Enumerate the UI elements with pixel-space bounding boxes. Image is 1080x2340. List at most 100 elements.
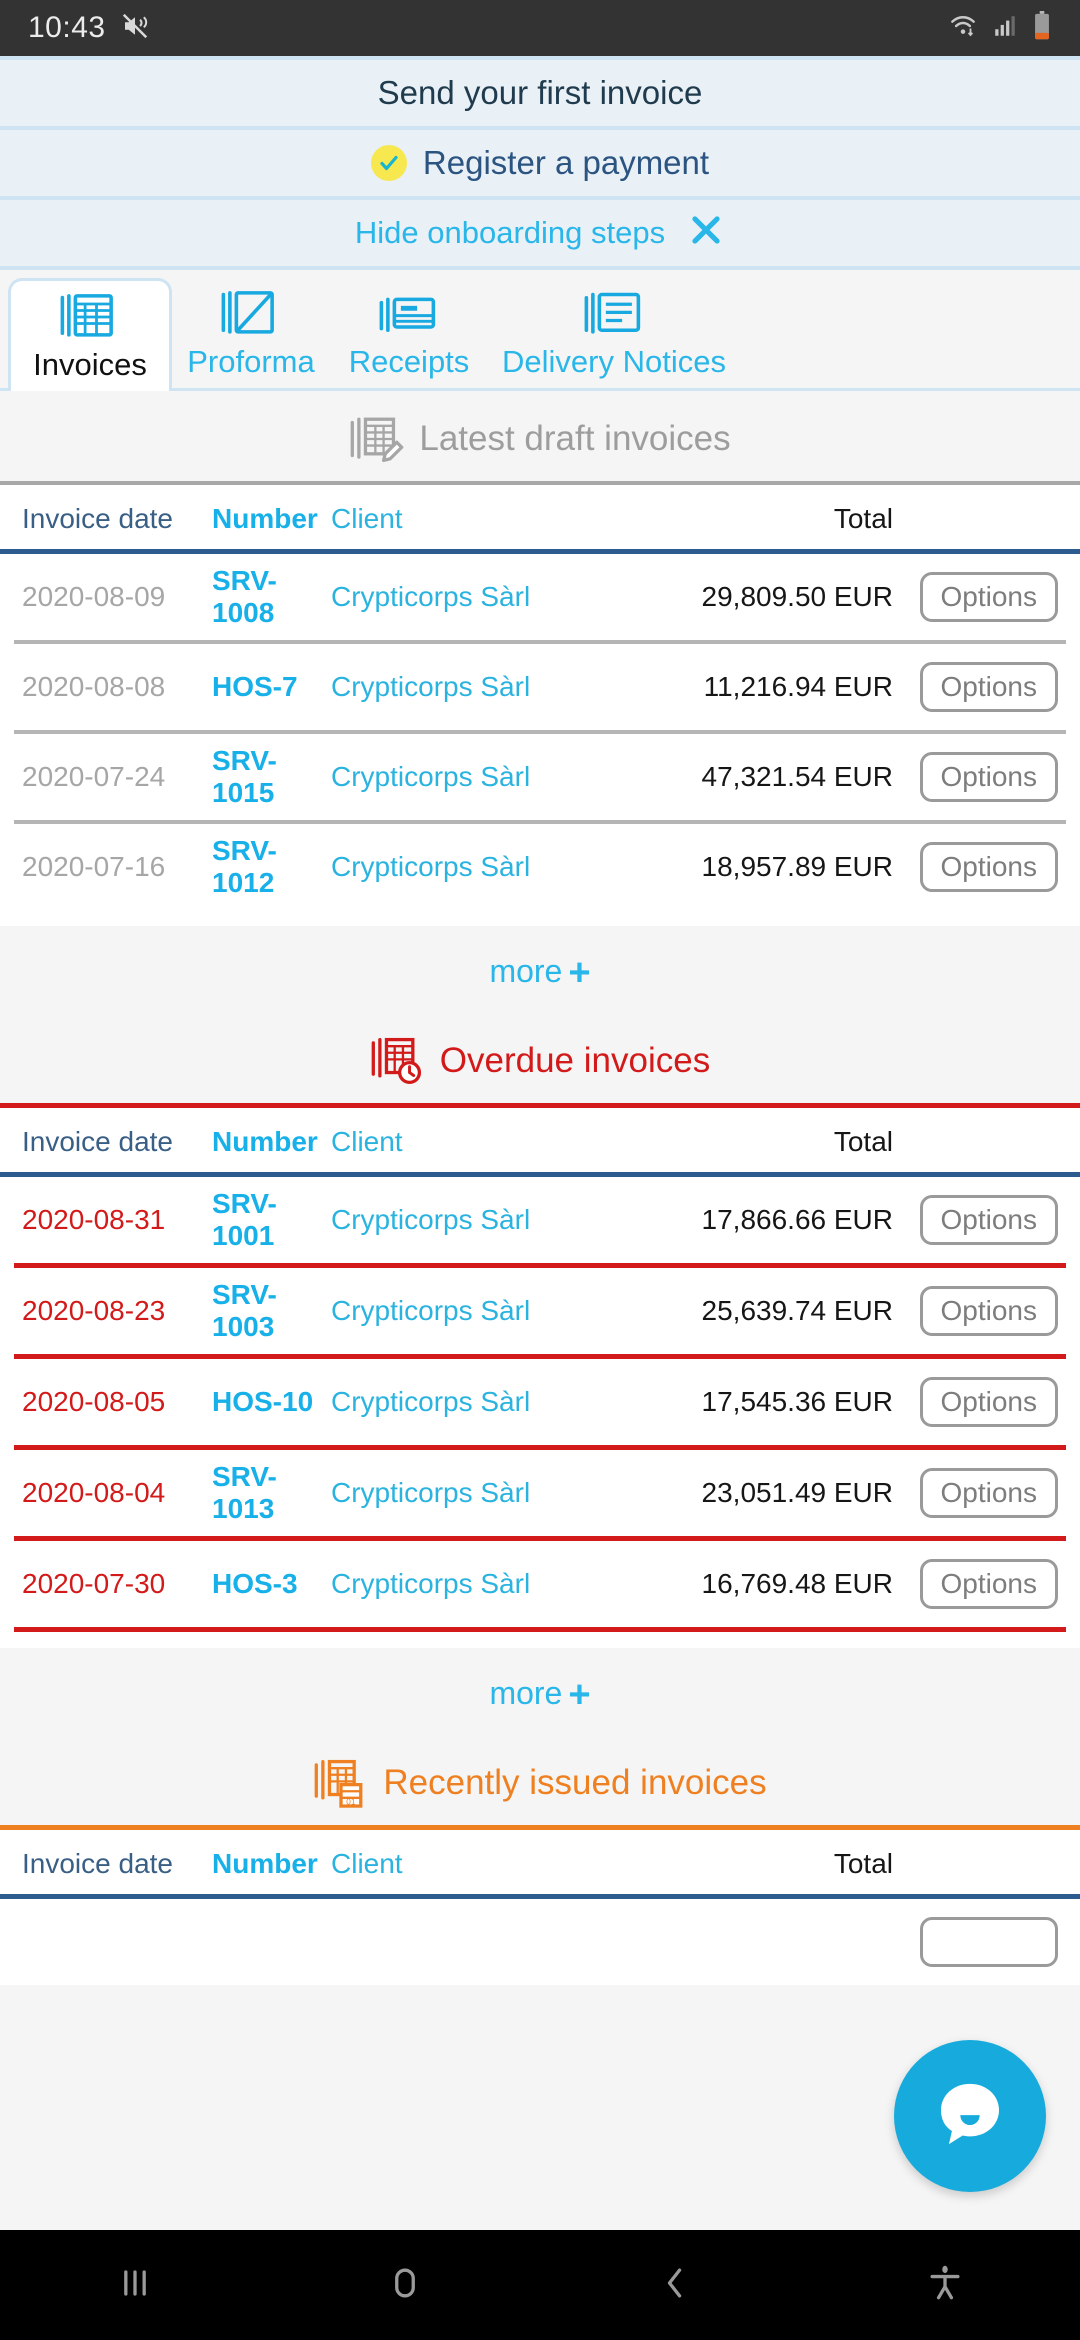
status-bar: 10:43 <box>0 0 1080 56</box>
more-label: more <box>489 953 563 989</box>
invoices-icon <box>57 291 123 343</box>
table-row[interactable]: 2020-07-16 SRV-1012 Crypticorps Sàrl 18,… <box>0 824 1080 910</box>
cell-client-link[interactable]: Crypticorps Sàrl <box>317 1568 663 1600</box>
hide-onboarding-label: Hide onboarding steps <box>354 215 666 250</box>
table-row[interactable]: 2020-08-23 SRV-1003 Crypticorps Sàrl 25,… <box>0 1268 1080 1354</box>
table-header-row: Invoice date Number Client Total <box>0 1108 1080 1172</box>
tab-label: Proforma <box>187 344 315 379</box>
options-button[interactable]: Options <box>919 1377 1058 1427</box>
plus-icon: + <box>568 1674 591 1716</box>
table-row[interactable]: 2020-08-09 SRV-1008 Crypticorps Sàrl 29,… <box>0 554 1080 640</box>
options-button[interactable]: Options <box>919 1559 1058 1609</box>
onboarding-banner: Send your first invoice Register a payme… <box>0 56 1080 270</box>
section-title: Overdue invoices <box>439 1041 711 1080</box>
chat-bubble-icon <box>927 2071 1013 2162</box>
cell-total: 17,545.36 EUR <box>701 1386 893 1417</box>
receipts-icon <box>376 288 442 340</box>
cell-total: 23,051.49 EUR <box>701 1477 893 1508</box>
table-header-row: Invoice date Number Client Total <box>0 485 1080 549</box>
cell-invoice-number-link[interactable]: HOS-3 <box>212 1568 317 1600</box>
cell-client-link[interactable]: Crypticorps Sàrl <box>317 1386 663 1418</box>
draft-invoices-icon <box>349 413 405 465</box>
table-header-row: Invoice date Number Client Total <box>0 1830 1080 1894</box>
cell-date: 2020-07-30 <box>22 1568 166 1599</box>
cell-client-link[interactable]: Crypticorps Sàrl <box>317 671 663 703</box>
cell-invoice-number-link[interactable]: SRV-1001 <box>212 1188 317 1252</box>
back-icon <box>653 2261 697 2310</box>
table-row[interactable]: 2020-08-04 SRV-1013 Crypticorps Sàrl 23,… <box>0 1450 1080 1536</box>
mute-icon <box>120 11 150 46</box>
options-button[interactable]: Options <box>919 1468 1058 1518</box>
options-button[interactable]: Options <box>919 1195 1058 1245</box>
cell-invoice-number-link[interactable]: SRV-1013 <box>212 1461 317 1525</box>
cell-client-link[interactable]: Crypticorps Sàrl <box>317 581 663 613</box>
options-button[interactable]: Options <box>919 572 1058 622</box>
column-header-date: Invoice date <box>22 1126 173 1157</box>
close-icon[interactable] <box>687 211 725 256</box>
cell-client-link[interactable]: Crypticorps Sàrl <box>317 1204 663 1236</box>
cell-options: Options <box>893 842 1058 892</box>
status-bar-right <box>948 10 1052 46</box>
cellular-signal-icon <box>992 13 1018 44</box>
table-row[interactable]: 2020-08-05 HOS-10 Crypticorps Sàrl 17,54… <box>0 1359 1080 1445</box>
column-header-number: Number <box>212 1126 318 1157</box>
options-button[interactable]: Options <box>919 842 1058 892</box>
table-bottom-pad <box>0 1632 1080 1648</box>
hide-onboarding-button[interactable]: Hide onboarding steps <box>0 200 1080 270</box>
cell-invoice-number-link[interactable]: SRV-1008 <box>212 565 317 629</box>
home-button[interactable] <box>330 2230 480 2340</box>
table-recent-invoices: Invoice date Number Client Total Options <box>0 1830 1080 1985</box>
home-icon <box>383 2261 427 2310</box>
cell-invoice-number-link[interactable]: SRV-1012 <box>212 835 317 899</box>
tab-label: Receipts <box>348 344 470 379</box>
back-button[interactable] <box>600 2230 750 2340</box>
chat-fab-button[interactable] <box>894 2040 1046 2192</box>
onboarding-step-register-payment[interactable]: Register a payment <box>0 130 1080 200</box>
more-overdue-invoices-button[interactable]: more + <box>0 1648 1080 1735</box>
column-header-number: Number <box>212 1848 318 1879</box>
options-button[interactable]: Options <box>919 752 1058 802</box>
recents-icon <box>113 2261 157 2310</box>
options-button[interactable]: Options <box>919 1917 1058 1967</box>
table-row[interactable]: 2020-07-24 SRV-1015 Crypticorps Sàrl 47,… <box>0 734 1080 820</box>
cell-invoice-number-link[interactable]: HOS-10 <box>212 1386 317 1418</box>
cell-date: 2020-08-31 <box>22 1204 166 1235</box>
cell-client-link[interactable]: Crypticorps Sàrl <box>317 1295 663 1327</box>
table-row[interactable]: Options <box>0 1899 1080 1985</box>
cell-date: 2020-08-05 <box>22 1386 166 1417</box>
column-header-client: Client <box>331 1126 403 1157</box>
recent-invoices-icon: 01 <box>313 1757 369 1809</box>
cell-options: Options <box>893 1917 1058 1967</box>
cell-invoice-number-link[interactable]: SRV-1015 <box>212 745 317 809</box>
cell-total: 18,957.89 EUR <box>701 851 893 882</box>
options-button[interactable]: Options <box>919 662 1058 712</box>
column-header-date: Invoice date <box>22 503 173 534</box>
cell-client-link[interactable]: Crypticorps Sàrl <box>317 851 663 883</box>
status-bar-left: 10:43 <box>28 11 150 46</box>
table-row[interactable]: 2020-08-08 HOS-7 Crypticorps Sàrl 11,216… <box>0 644 1080 730</box>
section-title: Latest draft invoices <box>419 419 731 458</box>
cell-options: Options <box>893 752 1058 802</box>
cell-invoice-number-link[interactable]: HOS-7 <box>212 671 317 703</box>
cell-client-link[interactable]: Crypticorps Sàrl <box>317 1477 663 1509</box>
table-row[interactable]: 2020-07-30 HOS-3 Crypticorps Sàrl 16,769… <box>0 1541 1080 1627</box>
cell-client-link[interactable]: Crypticorps Sàrl <box>317 761 663 793</box>
tab-proforma[interactable]: Proforma <box>172 278 330 388</box>
tab-receipts[interactable]: Receipts <box>330 278 488 388</box>
cell-total: 47,321.54 EUR <box>701 761 893 792</box>
check-circle-icon <box>370 145 407 181</box>
cell-date: 2020-08-23 <box>22 1295 166 1326</box>
section-header-overdue-invoices: Overdue invoices <box>0 1013 1080 1103</box>
more-label: more <box>489 1675 563 1711</box>
accessibility-button[interactable] <box>870 2230 1020 2340</box>
recents-button[interactable] <box>60 2230 210 2340</box>
tab-invoices[interactable]: Invoices <box>8 278 172 391</box>
options-button[interactable]: Options <box>919 1286 1058 1336</box>
cell-invoice-number-link[interactable]: SRV-1003 <box>212 1279 317 1343</box>
onboarding-step-send-invoice[interactable]: Send your first invoice <box>0 56 1080 130</box>
table-row[interactable]: 2020-08-31 SRV-1001 Crypticorps Sàrl 17,… <box>0 1177 1080 1263</box>
tab-delivery-notices[interactable]: Delivery Notices <box>488 278 740 388</box>
more-draft-invoices-button[interactable]: more + <box>0 926 1080 1013</box>
proforma-icon <box>218 288 284 340</box>
accessibility-icon <box>923 2261 967 2310</box>
